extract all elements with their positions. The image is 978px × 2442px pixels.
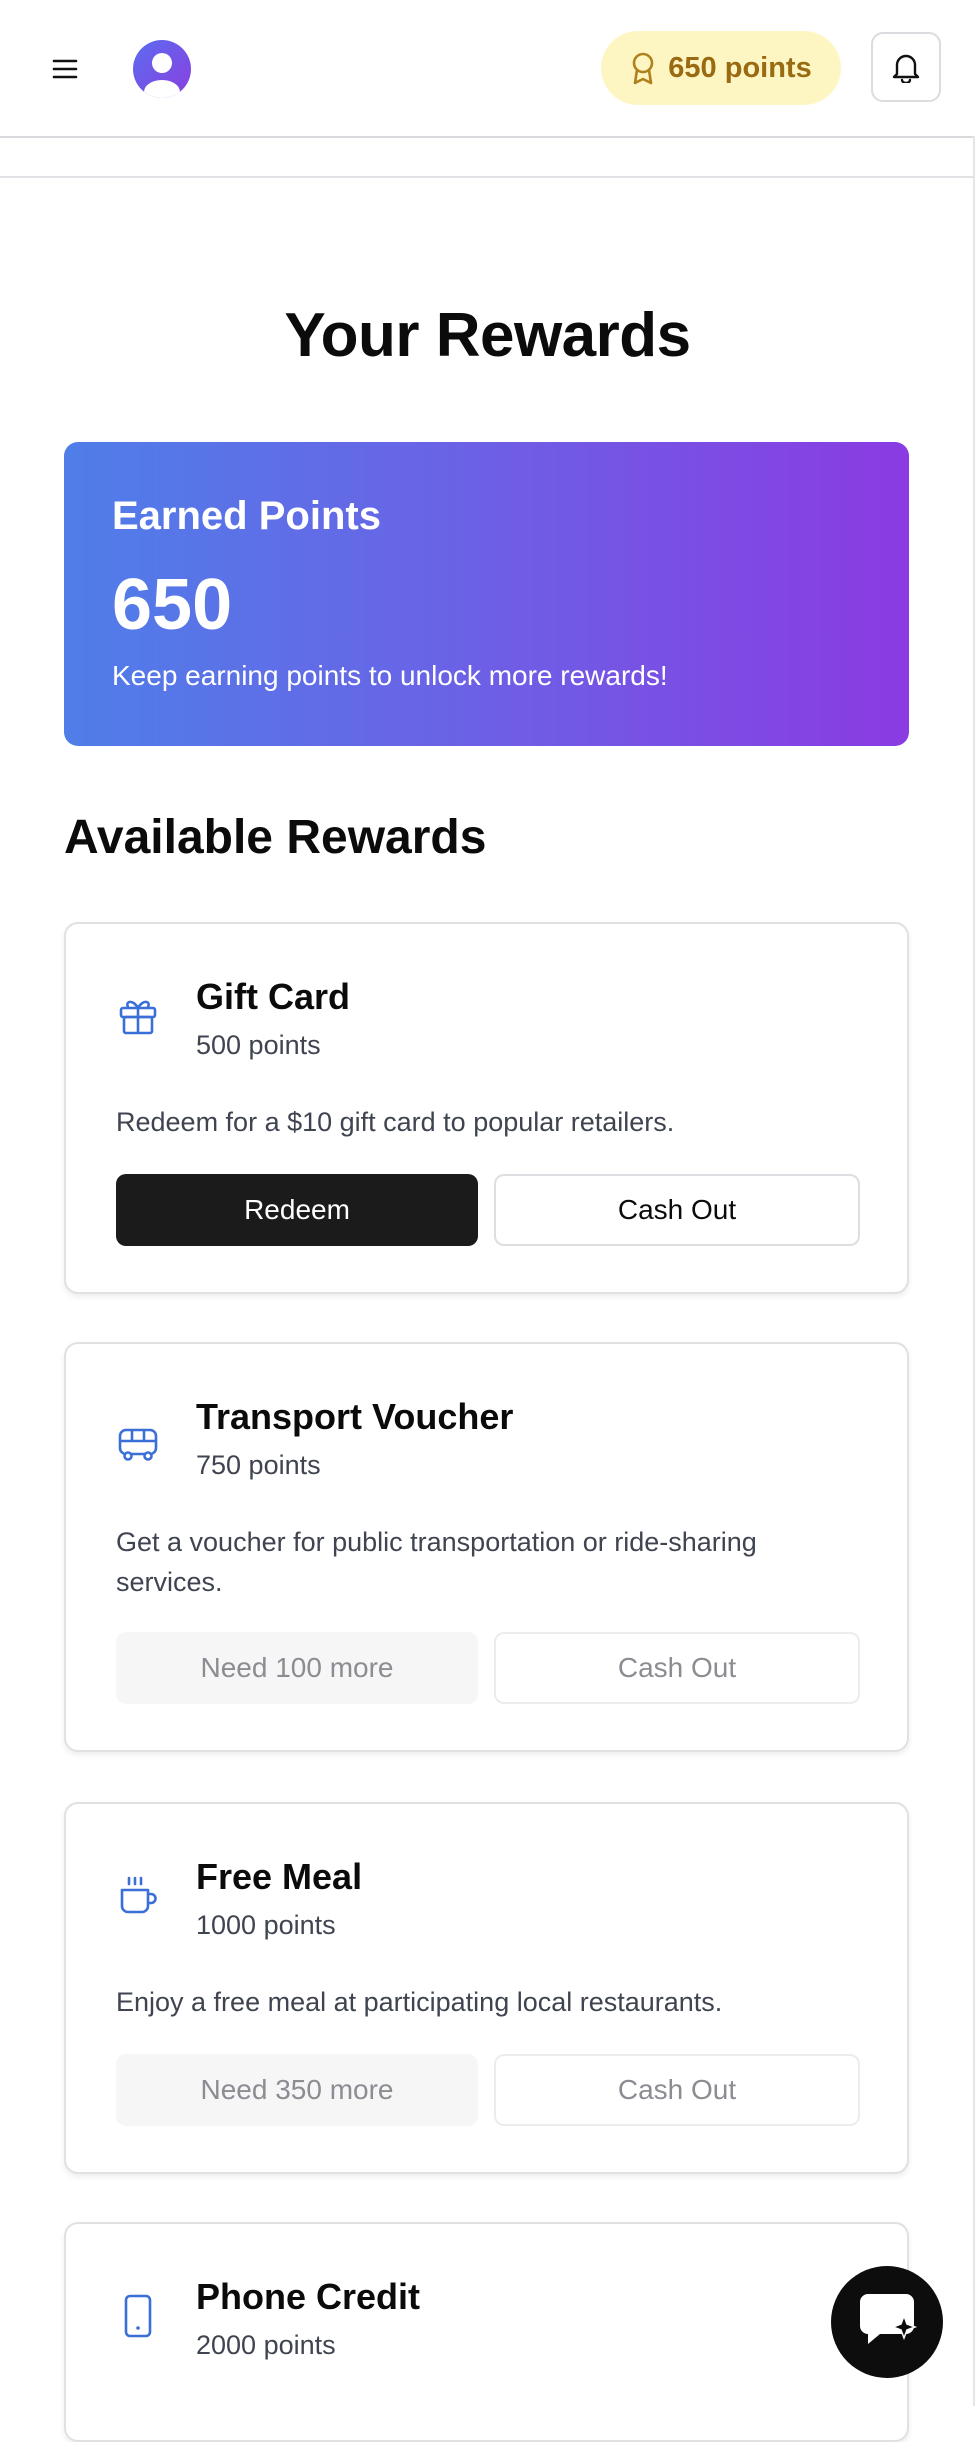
user-avatar-icon xyxy=(144,53,180,98)
earned-points-label: Earned Points xyxy=(112,494,381,538)
available-rewards-title: Available Rewards xyxy=(64,811,487,864)
menu-icon[interactable] xyxy=(48,52,82,86)
chat-sparkle-icon xyxy=(860,2294,918,2344)
reward-name: Free Meal xyxy=(196,1856,363,1897)
reward-card-transport-voucher: Transport Voucher 750 points Get a vouch… xyxy=(64,1342,909,1752)
content-border xyxy=(973,136,975,2406)
redeem-button[interactable]: Redeem xyxy=(116,1174,478,1246)
notifications-button[interactable] xyxy=(871,32,941,102)
reward-cost: 500 points xyxy=(196,1030,321,1060)
reward-name: Phone Credit xyxy=(196,2276,421,2317)
earned-points-card: Earned Points 650 Keep earning points to… xyxy=(64,442,909,746)
reward-description: Enjoy a free meal at participating local… xyxy=(116,1987,723,2017)
reward-card-gift-card: Gift Card 500 points Redeem for a $10 gi… xyxy=(64,922,909,1294)
top-bar: 650 points xyxy=(0,0,975,138)
avatar[interactable] xyxy=(133,40,191,98)
earned-points-message: Keep earning points to unlock more rewar… xyxy=(112,660,668,691)
reward-cost: 2000 points xyxy=(196,2330,336,2360)
reward-description: Get a voucher for public transportation … xyxy=(116,1527,757,1597)
reward-cost: 1000 points xyxy=(196,1910,336,1940)
redeem-button-disabled[interactable]: Need 100 more xyxy=(116,1632,478,1704)
redeem-button-disabled[interactable]: Need 350 more xyxy=(116,2054,478,2126)
chat-button[interactable] xyxy=(831,2266,943,2378)
earned-points-value: 650 xyxy=(112,565,233,645)
points-badge-label: 650 points xyxy=(668,51,812,84)
page-title: Your Rewards xyxy=(284,301,691,370)
reward-name: Transport Voucher xyxy=(196,1396,514,1437)
points-badge[interactable]: 650 points xyxy=(601,31,841,105)
cash-out-button-disabled[interactable]: Cash Out xyxy=(494,1632,860,1704)
award-icon xyxy=(632,52,654,85)
reward-cost: 750 points xyxy=(196,1450,321,1480)
reward-card-free-meal: Free Meal 1000 points Enjoy a free meal … xyxy=(64,1802,909,2174)
reward-card-phone-credit: Phone Credit 2000 points xyxy=(64,2222,909,2442)
coffee-icon xyxy=(116,1874,160,1918)
phone-icon xyxy=(116,2294,160,2338)
cash-out-button[interactable]: Cash Out xyxy=(494,1174,860,1246)
reward-name: Gift Card xyxy=(196,976,351,1017)
sub-bar xyxy=(0,138,975,178)
bell-icon xyxy=(892,54,920,83)
cash-out-button-disabled[interactable]: Cash Out xyxy=(494,2054,860,2126)
reward-description: Redeem for a $10 gift card to popular re… xyxy=(116,1107,675,1137)
gift-icon xyxy=(116,994,160,1038)
bus-icon xyxy=(116,1422,160,1466)
